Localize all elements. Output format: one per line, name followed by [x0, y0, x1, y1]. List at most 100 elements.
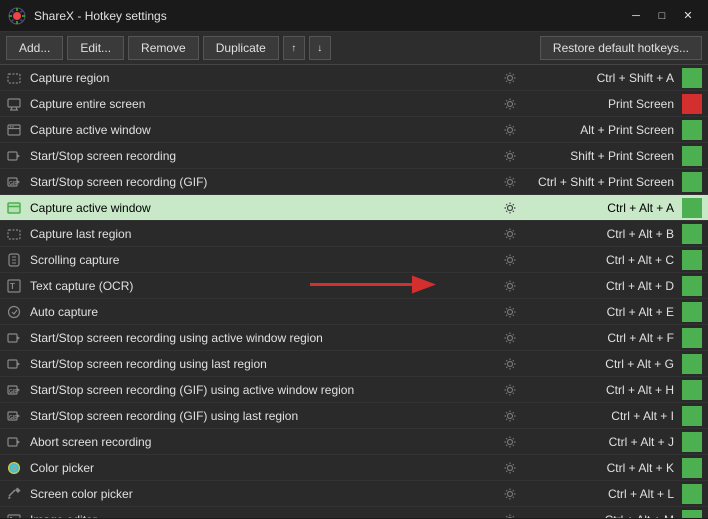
color-icon	[6, 460, 22, 476]
list-item[interactable]: TText capture (OCR)Ctrl + Alt + D	[0, 273, 708, 299]
remove-button[interactable]: Remove	[128, 36, 199, 60]
list-item[interactable]: Start/Stop screen recording using active…	[0, 325, 708, 351]
status-indicator	[682, 380, 702, 400]
status-indicator	[682, 250, 702, 270]
status-indicator	[682, 510, 702, 519]
status-indicator	[682, 146, 702, 166]
status-indicator	[682, 328, 702, 348]
duplicate-button[interactable]: Duplicate	[203, 36, 279, 60]
window-controls: ─ □ ✕	[624, 6, 700, 26]
list-item[interactable]: Auto captureCtrl + Alt + E	[0, 299, 708, 325]
settings-icon[interactable]	[502, 356, 518, 372]
row-label: Abort screen recording	[30, 435, 502, 449]
settings-icon[interactable]	[502, 226, 518, 242]
row-label: Capture entire screen	[30, 97, 502, 111]
edit-button[interactable]: Edit...	[67, 36, 124, 60]
status-indicator	[682, 406, 702, 426]
hotkey-label: Ctrl + Alt + G	[522, 357, 682, 371]
minimize-button[interactable]: ─	[624, 6, 648, 26]
row-label: Image editor	[30, 513, 502, 519]
settings-icon[interactable]	[502, 434, 518, 450]
record-icon	[6, 148, 22, 164]
hotkey-label: Ctrl + Alt + B	[522, 227, 682, 241]
hotkey-label: Ctrl + Alt + K	[522, 461, 682, 475]
hotkey-label: Ctrl + Alt + E	[522, 305, 682, 319]
row-label: Capture active window	[30, 123, 502, 137]
status-indicator	[682, 354, 702, 374]
hotkey-label: Ctrl + Shift + Print Screen	[522, 175, 682, 189]
row-label: Color picker	[30, 461, 502, 475]
app-icon	[8, 7, 26, 25]
settings-icon[interactable]	[502, 96, 518, 112]
settings-icon[interactable]	[502, 174, 518, 190]
list-item[interactable]: Capture region Ctrl + Shift + A	[0, 65, 708, 91]
svg-text:GIF: GIF	[9, 415, 17, 421]
settings-icon[interactable]	[502, 278, 518, 294]
list-item[interactable]: Abort screen recordingCtrl + Alt + J	[0, 429, 708, 455]
list-item[interactable]: Start/Stop screen recording using last r…	[0, 351, 708, 377]
hotkey-label: Ctrl + Alt + I	[522, 409, 682, 423]
settings-icon[interactable]	[502, 70, 518, 86]
list-item[interactable]: Image editorCtrl + Alt + M	[0, 507, 708, 518]
settings-icon[interactable]	[502, 486, 518, 502]
hotkey-label: Alt + Print Screen	[522, 123, 682, 137]
list-item[interactable]: Capture active window Alt + Print Screen	[0, 117, 708, 143]
title-bar: ShareX - Hotkey settings ─ □ ✕	[0, 0, 708, 32]
record-icon	[6, 330, 22, 346]
row-label: Text capture (OCR)	[30, 279, 502, 293]
status-indicator	[682, 68, 702, 88]
list-item[interactable]: Capture entire screenPrint Screen	[0, 91, 708, 117]
hotkey-list[interactable]: Capture region Ctrl + Shift + A Capture en…	[0, 65, 708, 518]
settings-icon[interactable]	[502, 122, 518, 138]
restore-button[interactable]: Restore default hotkeys...	[540, 36, 702, 60]
hotkey-label: Ctrl + Alt + H	[522, 383, 682, 397]
settings-icon[interactable]	[502, 408, 518, 424]
maximize-button[interactable]: □	[650, 6, 674, 26]
row-label: Start/Stop screen recording (GIF) using …	[30, 409, 502, 423]
capture-window-icon	[6, 200, 22, 216]
close-button[interactable]: ✕	[676, 6, 700, 26]
svg-text:T: T	[10, 282, 15, 291]
hotkey-label: Shift + Print Screen	[522, 149, 682, 163]
region-icon	[6, 70, 22, 86]
list-item[interactable]: GIFStart/Stop screen recording (GIF) usi…	[0, 377, 708, 403]
status-indicator	[682, 224, 702, 244]
row-label: Start/Stop screen recording using active…	[30, 331, 502, 345]
list-item[interactable]: Scrolling capture Ctrl + Alt + C	[0, 247, 708, 273]
status-indicator	[682, 94, 702, 114]
add-button[interactable]: Add...	[6, 36, 63, 60]
list-item[interactable]: Color picker Ctrl + Alt + K	[0, 455, 708, 481]
settings-icon[interactable]	[502, 304, 518, 320]
row-label: Start/Stop screen recording	[30, 149, 502, 163]
settings-icon[interactable]	[502, 200, 518, 216]
move-down-button[interactable]: ↓	[309, 36, 331, 60]
picker-icon	[6, 486, 22, 502]
status-indicator	[682, 198, 702, 218]
settings-icon[interactable]	[502, 330, 518, 346]
hotkey-label: Ctrl + Alt + A	[522, 201, 682, 215]
list-item[interactable]: Capture last regionCtrl + Alt + B	[0, 221, 708, 247]
settings-icon[interactable]	[502, 460, 518, 476]
status-indicator	[682, 484, 702, 504]
list-item[interactable]: Screen color pickerCtrl + Alt + L	[0, 481, 708, 507]
row-label: Capture region	[30, 71, 502, 85]
hotkey-label: Ctrl + Alt + C	[522, 253, 682, 267]
list-item[interactable]: GIF Start/Stop screen recording (GIF) usi…	[0, 403, 708, 429]
window-icon	[6, 122, 22, 138]
list-item[interactable]: GIFStart/Stop screen recording (GIF)Ctrl…	[0, 169, 708, 195]
settings-icon[interactable]	[502, 148, 518, 164]
hotkey-label: Ctrl + Shift + A	[522, 71, 682, 85]
move-up-button[interactable]: ↑	[283, 36, 305, 60]
gif-icon: GIF	[6, 174, 22, 190]
row-label: Scrolling capture	[30, 253, 502, 267]
settings-icon[interactable]	[502, 382, 518, 398]
screen-icon	[6, 96, 22, 112]
settings-icon[interactable]	[502, 252, 518, 268]
list-item[interactable]: Start/Stop screen recording Shift + Print…	[0, 143, 708, 169]
svg-text:GIF: GIF	[9, 389, 17, 395]
svg-text:GIF: GIF	[9, 181, 17, 187]
list-item[interactable]: Capture active windowCtrl + Alt + A	[0, 195, 708, 221]
settings-icon[interactable]	[502, 512, 518, 519]
text-icon: T	[6, 278, 22, 294]
toolbar: Add... Edit... Remove Duplicate ↑ ↓ Rest…	[0, 32, 708, 65]
